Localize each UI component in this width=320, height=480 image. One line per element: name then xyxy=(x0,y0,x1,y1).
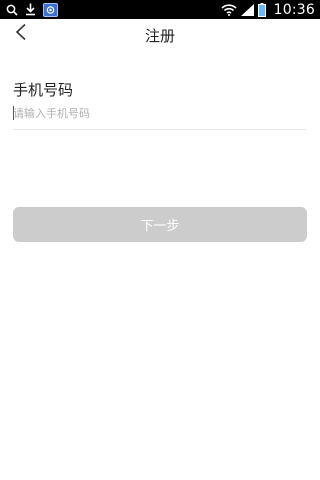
next-button[interactable]: 下一步 xyxy=(13,207,307,242)
page-title: 注册 xyxy=(144,27,175,45)
wifi-icon xyxy=(221,3,237,16)
text-cursor xyxy=(13,106,14,120)
app-icon xyxy=(43,2,58,17)
battery-icon xyxy=(257,2,266,17)
phone-input[interactable] xyxy=(13,102,306,130)
signal-icon xyxy=(240,3,254,16)
status-clock: 10:36 xyxy=(273,1,315,18)
download-icon xyxy=(25,3,36,16)
search-icon xyxy=(6,4,18,16)
status-bar: 10:36 xyxy=(0,0,320,19)
phone-label: 手机号码 xyxy=(13,81,74,99)
title-bar: 注册 xyxy=(0,19,320,49)
